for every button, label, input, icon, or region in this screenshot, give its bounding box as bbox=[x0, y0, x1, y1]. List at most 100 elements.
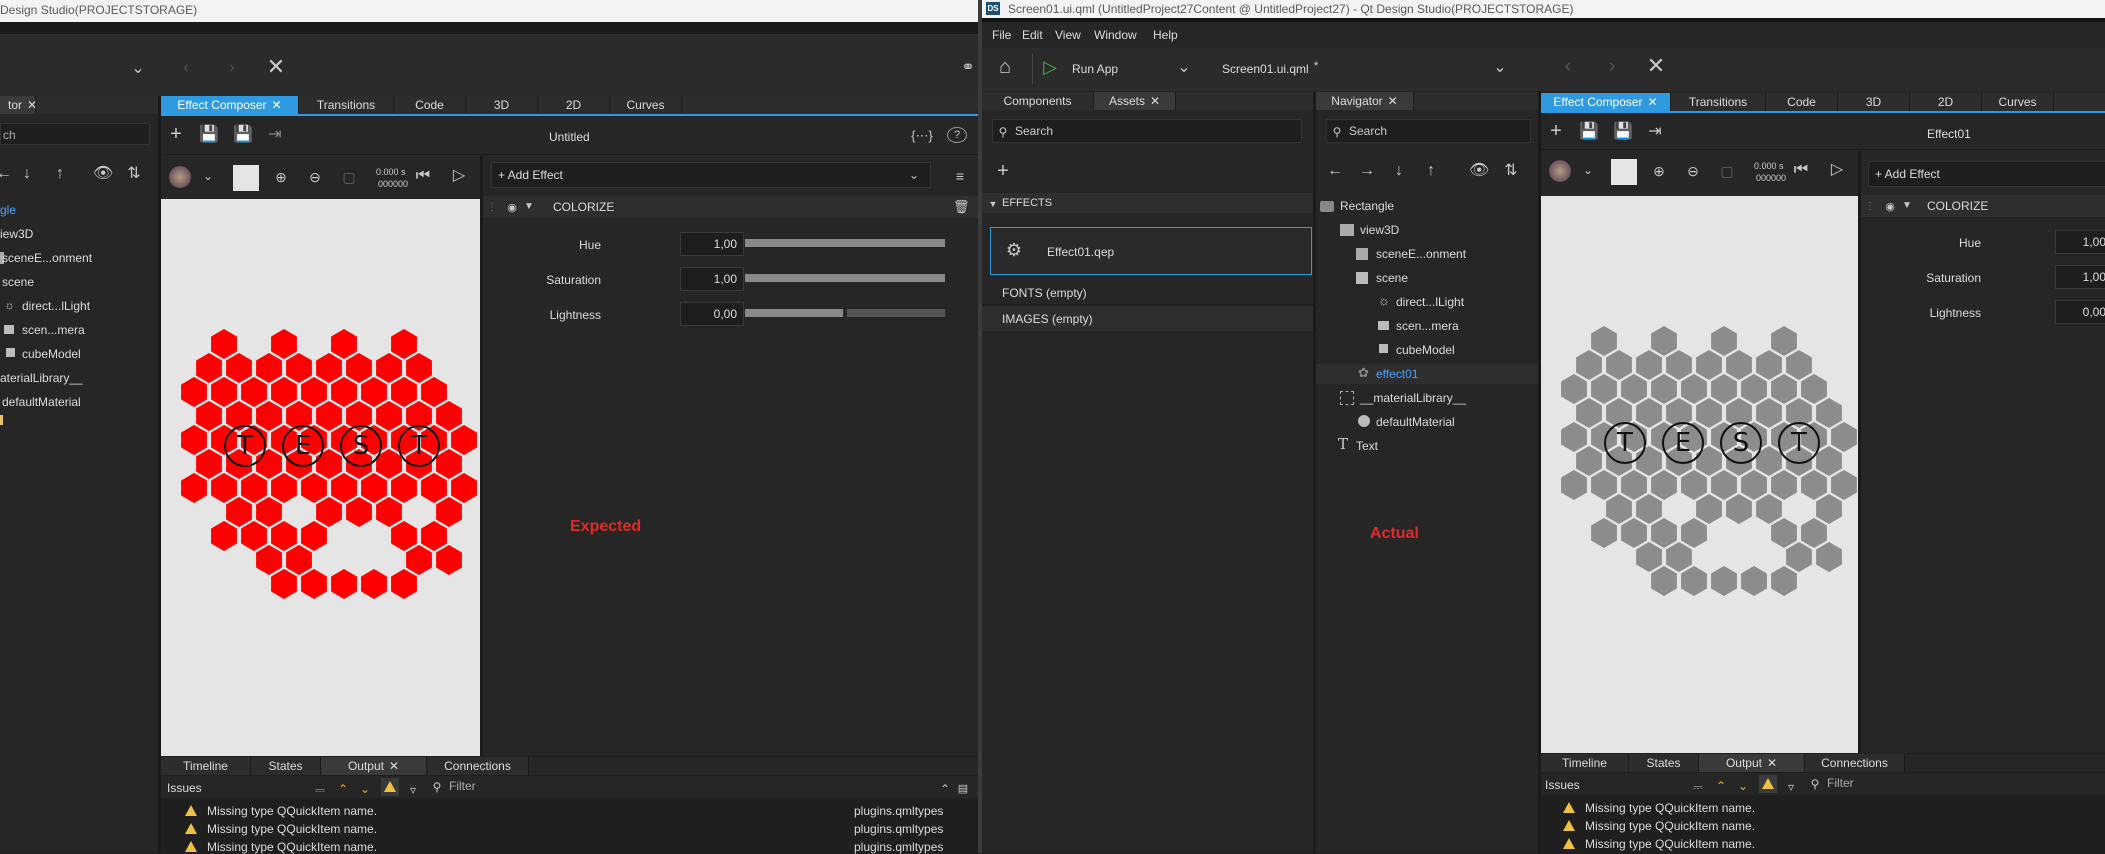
save-icon[interactable]: 💾 bbox=[1579, 124, 1599, 140]
forward-arrow-icon[interactable]: › bbox=[224, 60, 240, 76]
preview-image-thumb[interactable] bbox=[169, 166, 191, 188]
add-icon[interactable]: + bbox=[167, 124, 185, 144]
collapse-icon[interactable]: ⌃ bbox=[939, 781, 951, 797]
back-arrow-icon[interactable]: ‹ bbox=[178, 60, 194, 76]
issue-source[interactable]: plugins.qmltypes bbox=[854, 840, 943, 854]
warning-filter-icon[interactable] bbox=[381, 778, 399, 796]
fit-icon[interactable]: ▢ bbox=[341, 169, 357, 185]
issue-row[interactable]: Missing type QQuickItem name. bbox=[185, 822, 377, 836]
tab-transitions[interactable]: Transitions bbox=[299, 96, 394, 114]
tab-transitions[interactable]: Transitions bbox=[1671, 93, 1766, 111]
tab-output[interactable]: Output ✕ bbox=[1699, 754, 1805, 772]
eye-icon[interactable]: 👁 bbox=[93, 166, 113, 182]
down-icon[interactable]: ⌄ bbox=[1737, 778, 1749, 794]
tab-effect-composer[interactable]: Effect Composer ✕ bbox=[161, 96, 299, 114]
navigator-search-input[interactable]: ⚲ Search bbox=[1326, 119, 1531, 143]
tab-effect-composer[interactable]: Effect Composer ✕ bbox=[1541, 93, 1671, 111]
effect-asset-item[interactable]: ⚙ Effect01.qep bbox=[990, 227, 1312, 275]
restart-icon[interactable]: ⏮ bbox=[415, 168, 431, 184]
tab-3d[interactable]: 3D bbox=[466, 96, 538, 114]
colorize-header[interactable]: ⋮ ◉ ▼ COLORIZE bbox=[1861, 195, 2105, 217]
tab-timeline[interactable]: Timeline bbox=[161, 757, 251, 775]
run-app-button[interactable]: Run App bbox=[1072, 62, 1118, 76]
save-as-icon[interactable]: 💾 bbox=[1613, 124, 1633, 140]
left-search-input[interactable]: ch bbox=[0, 123, 150, 145]
up-icon[interactable]: ⌃ bbox=[337, 781, 349, 797]
tab-code[interactable]: Code bbox=[1766, 93, 1838, 111]
tree-item[interactable]: direct...lLight bbox=[22, 299, 90, 313]
close-icon[interactable]: ✕ bbox=[1150, 94, 1160, 108]
left-arrow-icon[interactable]: ← bbox=[1326, 163, 1344, 179]
issue-source[interactable]: plugins.qmltypes bbox=[854, 804, 943, 818]
lightness-input[interactable]: 0,00 bbox=[2055, 300, 2105, 324]
issues-filter-input[interactable]: ⚲ Filter bbox=[1805, 775, 2105, 793]
tab-2d[interactable]: 2D bbox=[1910, 93, 1982, 111]
tab-code[interactable]: Code bbox=[394, 96, 466, 114]
tree-item[interactable]: sceneE...onment bbox=[2, 251, 92, 265]
eye-icon[interactable]: 👁 bbox=[1469, 163, 1489, 179]
lightness-input[interactable]: 0,00 bbox=[680, 302, 744, 326]
fit-icon[interactable]: ▢ bbox=[1719, 163, 1735, 179]
tree-item[interactable]: gle bbox=[0, 203, 16, 217]
preview-canvas[interactable]: TEST bbox=[1541, 196, 1858, 753]
assets-search-input[interactable]: ⚲ Search bbox=[992, 119, 1302, 143]
hue-slider[interactable] bbox=[745, 239, 945, 247]
menu-view[interactable]: View bbox=[1055, 28, 1081, 42]
close-icon[interactable]: ✕ bbox=[266, 56, 286, 78]
up-arrow-icon[interactable]: ↑ bbox=[1422, 163, 1440, 179]
saturation-slider[interactable] bbox=[745, 274, 945, 282]
tab-2d[interactable]: 2D bbox=[538, 96, 610, 114]
add-effect-dropdown[interactable]: + Add Effect ⌄ bbox=[491, 162, 931, 188]
close-icon[interactable]: ✕ bbox=[1648, 95, 1658, 109]
assign-icon[interactable]: ⇥ bbox=[267, 127, 283, 143]
saturation-input[interactable]: 1,00 bbox=[2055, 265, 2105, 289]
chevron-down-icon[interactable]: ⌄ bbox=[201, 168, 215, 184]
close-icon[interactable]: ✕ bbox=[272, 98, 282, 112]
zoom-out-icon[interactable]: ⊖ bbox=[307, 169, 323, 185]
left-arrow-icon[interactable]: ← bbox=[0, 166, 12, 182]
fonts-section[interactable]: FONTS (empty) bbox=[982, 281, 1313, 305]
tab-navigator[interactable]: Navigator ✕ bbox=[1316, 92, 1414, 110]
file-dropdown[interactable]: Screen01.ui.qml * ⌄ bbox=[1218, 54, 1518, 84]
add-effect-dropdown[interactable]: + Add Effect bbox=[1868, 161, 2105, 187]
tab-navigator-partial[interactable]: tor ✕ bbox=[0, 96, 37, 114]
down-icon[interactable]: ⌄ bbox=[359, 781, 371, 797]
clear-effects-icon[interactable]: ≡ bbox=[951, 168, 969, 184]
save-as-icon[interactable]: 💾 bbox=[233, 127, 253, 143]
tree-item[interactable]: __materialLibrary__ bbox=[1360, 391, 1466, 405]
issue-row[interactable]: Missing type QQuickItem name. bbox=[185, 804, 377, 818]
right-arrow-icon[interactable]: → bbox=[1358, 163, 1376, 179]
tree-item[interactable]: cubeModel bbox=[22, 347, 81, 361]
images-section[interactable]: IMAGES (empty) bbox=[982, 307, 1313, 331]
issues-filter-input[interactable]: ⚲ Filter bbox=[427, 778, 937, 796]
drag-handle-icon[interactable]: ⋮ bbox=[487, 200, 497, 216]
home-icon[interactable]: ⌂ bbox=[994, 57, 1016, 77]
add-icon[interactable]: + bbox=[1547, 121, 1565, 141]
zoom-in-icon[interactable]: ⊕ bbox=[1651, 163, 1667, 179]
close-icon[interactable]: ✕ bbox=[1388, 94, 1398, 108]
preview-image-thumb[interactable] bbox=[1549, 160, 1571, 182]
eye-icon[interactable]: ◉ bbox=[1883, 199, 1897, 215]
zoom-out-icon[interactable]: ⊖ bbox=[1685, 163, 1701, 179]
background-color-swatch[interactable] bbox=[233, 165, 259, 191]
menu-file[interactable]: File bbox=[992, 28, 1011, 42]
zoom-in-icon[interactable]: ⊕ bbox=[273, 169, 289, 185]
tab-output[interactable]: Output ✕ bbox=[321, 757, 427, 775]
background-color-swatch[interactable] bbox=[1611, 159, 1637, 185]
chevron-down-icon[interactable]: ⌄ bbox=[128, 61, 148, 77]
down-arrow-icon[interactable]: ↓ bbox=[1390, 163, 1408, 179]
tree-item[interactable]: defaultMaterial bbox=[2, 395, 81, 409]
saturation-input[interactable]: 1,00 bbox=[680, 267, 744, 291]
tab-curves[interactable]: Curves bbox=[1982, 93, 2054, 111]
hue-input[interactable]: 1,00 bbox=[680, 232, 744, 256]
help-icon[interactable]: ? bbox=[947, 127, 967, 143]
back-arrow-icon[interactable]: ‹ bbox=[1560, 56, 1576, 76]
chevron-down-icon[interactable]: ⌄ bbox=[1174, 60, 1194, 76]
tree-item[interactable]: defaultMaterial bbox=[1376, 415, 1455, 429]
down-arrow-icon[interactable]: ↓ bbox=[20, 166, 34, 182]
assign-icon[interactable]: ⇥ bbox=[1647, 124, 1663, 140]
sort-icon[interactable]: ⇅ bbox=[125, 166, 143, 182]
issue-row[interactable]: Missing type QQuickItem name. bbox=[185, 840, 377, 854]
close-icon[interactable]: ✕ bbox=[27, 98, 37, 112]
clear-icon[interactable]: ⎓ bbox=[1691, 779, 1705, 795]
